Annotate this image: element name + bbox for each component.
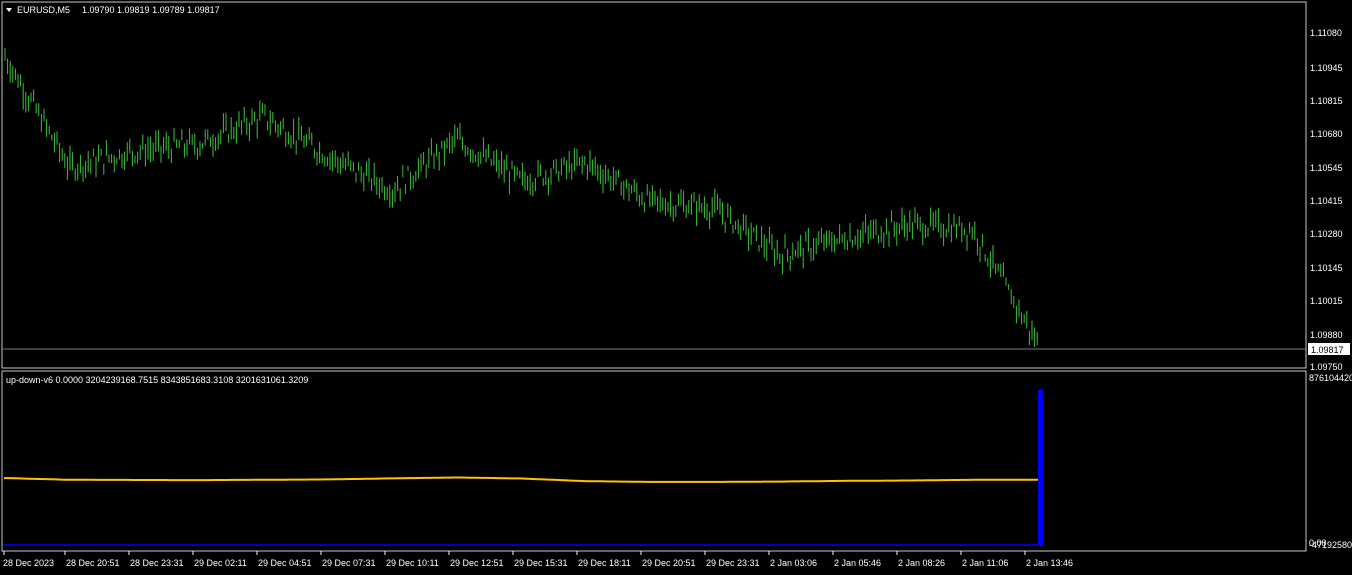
indicator-scale-zero: 0.00 bbox=[1309, 538, 1327, 548]
time-tick: 2 Jan 03:06 bbox=[770, 558, 817, 568]
time-tick: 28 Dec 23:31 bbox=[130, 558, 184, 568]
price-tick: 1.10945 bbox=[1310, 63, 1343, 73]
time-tick: 29 Dec 23:31 bbox=[706, 558, 760, 568]
time-axis: 28 Dec 2023 28 Dec 20:51 28 Dec 23:31 29… bbox=[3, 551, 1073, 568]
time-tick: 29 Dec 02:11 bbox=[194, 558, 247, 568]
time-tick: 29 Dec 07:31 bbox=[322, 558, 376, 568]
time-tick: 29 Dec 10:11 bbox=[386, 558, 439, 568]
price-tick: 1.10015 bbox=[1310, 296, 1343, 306]
histogram-bar bbox=[1038, 389, 1043, 545]
time-tick: 29 Dec 20:51 bbox=[642, 558, 696, 568]
time-tick: 2 Jan 08:26 bbox=[898, 558, 945, 568]
price-tick: 1.10545 bbox=[1310, 163, 1343, 173]
time-tick: 29 Dec 18:11 bbox=[578, 558, 631, 568]
price-tick: 1.10145 bbox=[1310, 263, 1343, 273]
price-tick: 1.09750 bbox=[1310, 362, 1343, 372]
price-tick: 1.11080 bbox=[1310, 28, 1342, 38]
time-tick: 2 Jan 13:46 bbox=[1026, 558, 1073, 568]
mt4-chart-window: EURUSD,M5 1.09790 1.09819 1.09789 1.0981… bbox=[0, 0, 1352, 575]
ohlc-values: 1.09790 1.09819 1.09789 1.09817 bbox=[82, 5, 220, 15]
price-axis: 1.11080 1.10945 1.10815 1.10680 1.10545 … bbox=[1308, 28, 1350, 372]
indicator-scale-top: 876104420 bbox=[1309, 373, 1352, 383]
price-tick: 1.10680 bbox=[1310, 129, 1343, 139]
time-tick: 2 Jan 05:46 bbox=[834, 558, 881, 568]
time-tick: 28 Dec 20:51 bbox=[66, 558, 120, 568]
price-tick: 1.10280 bbox=[1310, 229, 1343, 239]
price-tick: 1.10815 bbox=[1310, 96, 1343, 106]
current-price-label: 1.09817 bbox=[1311, 345, 1344, 355]
time-tick: 29 Dec 04:51 bbox=[258, 558, 312, 568]
symbol-timeframe: EURUSD,M5 bbox=[17, 5, 70, 15]
main-chart-frame bbox=[1, 1, 1307, 369]
price-tick: 1.09880 bbox=[1310, 330, 1343, 340]
indicator-header: up-down-v6 0.0000 3204239168.7515 834385… bbox=[6, 375, 308, 385]
time-tick: 29 Dec 12:51 bbox=[450, 558, 504, 568]
time-tick: 28 Dec 2023 bbox=[3, 558, 54, 568]
price-tick: 1.10415 bbox=[1310, 196, 1343, 206]
time-tick: 2 Jan 11:06 bbox=[962, 558, 1008, 568]
chart-canvas: EURUSD,M5 1.09790 1.09819 1.09789 1.0981… bbox=[1, 1, 1352, 568]
time-tick: 29 Dec 15:31 bbox=[514, 558, 568, 568]
indicator-frame bbox=[1, 370, 1307, 552]
